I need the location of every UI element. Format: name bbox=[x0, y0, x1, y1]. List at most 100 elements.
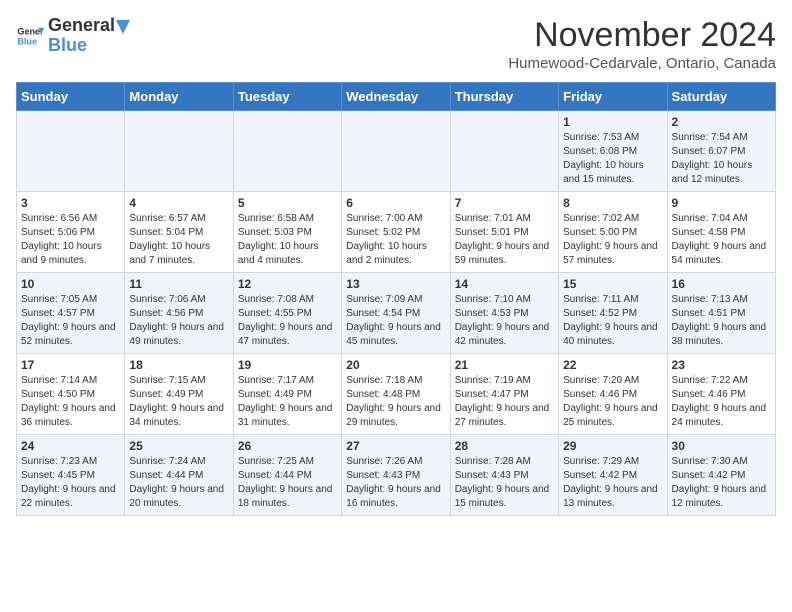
calendar-week-row: 17 Sunrise: 7:14 AM Sunset: 4:50 PM Dayli… bbox=[17, 354, 776, 435]
day-info: Sunrise: 7:15 AM Sunset: 4:49 PM Dayligh… bbox=[129, 374, 228, 430]
day-info: Sunrise: 7:26 AM Sunset: 4:43 PM Dayligh… bbox=[346, 455, 445, 511]
logo-general-text: General bbox=[48, 16, 115, 36]
calendar-cell: 14 Sunrise: 7:10 AM Sunset: 4:53 PM Dayli… bbox=[450, 273, 558, 354]
calendar-cell: 9 Sunrise: 7:04 AM Sunset: 4:58 PM Daylig… bbox=[667, 192, 775, 273]
calendar-cell: 21 Sunrise: 7:19 AM Sunset: 4:47 PM Dayli… bbox=[450, 354, 558, 435]
day-number: 9 bbox=[672, 196, 771, 210]
weekday-header-friday: Friday bbox=[559, 83, 667, 111]
day-info: Sunrise: 7:13 AM Sunset: 4:51 PM Dayligh… bbox=[672, 293, 771, 349]
day-number: 19 bbox=[238, 358, 337, 372]
day-info: Sunrise: 7:04 AM Sunset: 4:58 PM Dayligh… bbox=[672, 212, 771, 268]
day-info: Sunrise: 6:58 AM Sunset: 5:03 PM Dayligh… bbox=[238, 212, 337, 268]
calendar-cell: 24Sunrise: 7:23 AM Sunset: 4:45 PM Dayli… bbox=[17, 435, 125, 516]
calendar-table: SundayMondayTuesdayWednesdayThursdayFrid… bbox=[16, 82, 776, 516]
weekday-header-monday: Monday bbox=[125, 83, 233, 111]
logo: General Blue General Blue bbox=[16, 16, 115, 56]
day-info: Sunrise: 7:10 AM Sunset: 4:53 PM Dayligh… bbox=[455, 293, 554, 349]
calendar-cell: 8 Sunrise: 7:02 AM Sunset: 5:00 PM Daylig… bbox=[559, 192, 667, 273]
calendar-cell: 13 Sunrise: 7:09 AM Sunset: 4:54 PM Dayli… bbox=[342, 273, 450, 354]
weekday-header-row: SundayMondayTuesdayWednesdayThursdayFrid… bbox=[17, 83, 776, 111]
day-number: 7 bbox=[455, 196, 554, 210]
calendar-week-row: 10 Sunrise: 7:05 AM Sunset: 4:57 PM Dayli… bbox=[17, 273, 776, 354]
day-info: Sunrise: 7:54 AM Sunset: 6:07 PM Dayligh… bbox=[672, 131, 771, 187]
day-number: 11 bbox=[129, 277, 228, 291]
day-number: 4 bbox=[129, 196, 228, 210]
day-info: Sunrise: 7:22 AM Sunset: 4:46 PM Dayligh… bbox=[672, 374, 771, 430]
logo-blue-text: Blue bbox=[48, 35, 87, 55]
weekday-header-wednesday: Wednesday bbox=[342, 83, 450, 111]
month-title: November 2024 bbox=[508, 16, 776, 55]
title-area: November 2024 Humewood-Cedarvale, Ontari… bbox=[508, 16, 776, 72]
day-number: 15 bbox=[563, 277, 662, 291]
day-number: 16 bbox=[672, 277, 771, 291]
day-number: 13 bbox=[346, 277, 445, 291]
calendar-cell bbox=[233, 111, 341, 192]
calendar-cell bbox=[17, 111, 125, 192]
day-info: Sunrise: 7:11 AM Sunset: 4:52 PM Dayligh… bbox=[563, 293, 662, 349]
day-number: 22 bbox=[563, 358, 662, 372]
calendar-cell: 28Sunrise: 7:28 AM Sunset: 4:43 PM Dayli… bbox=[450, 435, 558, 516]
weekday-header-thursday: Thursday bbox=[450, 83, 558, 111]
calendar-cell: 20Sunrise: 7:18 AM Sunset: 4:48 PM Dayli… bbox=[342, 354, 450, 435]
calendar-cell bbox=[450, 111, 558, 192]
calendar-cell: 5 Sunrise: 6:58 AM Sunset: 5:03 PM Daylig… bbox=[233, 192, 341, 273]
day-info: Sunrise: 7:28 AM Sunset: 4:43 PM Dayligh… bbox=[455, 455, 554, 511]
day-info: Sunrise: 7:14 AM Sunset: 4:50 PM Dayligh… bbox=[21, 374, 120, 430]
day-number: 1 bbox=[563, 115, 662, 129]
calendar-cell: 11 Sunrise: 7:06 AM Sunset: 4:56 PM Dayli… bbox=[125, 273, 233, 354]
day-info: Sunrise: 7:24 AM Sunset: 4:44 PM Dayligh… bbox=[129, 455, 228, 511]
day-info: Sunrise: 7:09 AM Sunset: 4:54 PM Dayligh… bbox=[346, 293, 445, 349]
calendar-week-row: 1 Sunrise: 7:53 AM Sunset: 6:08 PM Daylig… bbox=[17, 111, 776, 192]
calendar-body: 1 Sunrise: 7:53 AM Sunset: 6:08 PM Daylig… bbox=[17, 111, 776, 516]
day-info: Sunrise: 7:08 AM Sunset: 4:55 PM Dayligh… bbox=[238, 293, 337, 349]
calendar-cell: 3Sunrise: 6:56 AM Sunset: 5:06 PM Daylig… bbox=[17, 192, 125, 273]
day-info: Sunrise: 7:53 AM Sunset: 6:08 PM Dayligh… bbox=[563, 131, 662, 187]
calendar-header: SundayMondayTuesdayWednesdayThursdayFrid… bbox=[17, 83, 776, 111]
day-info: Sunrise: 6:56 AM Sunset: 5:06 PM Dayligh… bbox=[21, 212, 120, 268]
calendar-cell: 15 Sunrise: 7:11 AM Sunset: 4:52 PM Dayli… bbox=[559, 273, 667, 354]
day-info: Sunrise: 7:02 AM Sunset: 5:00 PM Dayligh… bbox=[563, 212, 662, 268]
day-number: 26 bbox=[238, 439, 337, 453]
weekday-header-tuesday: Tuesday bbox=[233, 83, 341, 111]
calendar-cell: 10 Sunrise: 7:05 AM Sunset: 4:57 PM Dayli… bbox=[17, 273, 125, 354]
day-info: Sunrise: 7:23 AM Sunset: 4:45 PM Dayligh… bbox=[21, 455, 120, 511]
calendar-week-row: 3Sunrise: 6:56 AM Sunset: 5:06 PM Daylig… bbox=[17, 192, 776, 273]
calendar-cell: 27 Sunrise: 7:26 AM Sunset: 4:43 PM Dayli… bbox=[342, 435, 450, 516]
day-number: 27 bbox=[346, 439, 445, 453]
day-number: 10 bbox=[21, 277, 120, 291]
logo-icon: General Blue bbox=[16, 22, 44, 50]
calendar-cell: 12 Sunrise: 7:08 AM Sunset: 4:55 PM Dayli… bbox=[233, 273, 341, 354]
day-info: Sunrise: 7:06 AM Sunset: 4:56 PM Dayligh… bbox=[129, 293, 228, 349]
calendar-cell: 26 Sunrise: 7:25 AM Sunset: 4:44 PM Dayli… bbox=[233, 435, 341, 516]
logo-triangle-icon bbox=[116, 20, 130, 34]
calendar-cell bbox=[125, 111, 233, 192]
day-number: 18 bbox=[129, 358, 228, 372]
calendar-cell: 29Sunrise: 7:29 AM Sunset: 4:42 PM Dayli… bbox=[559, 435, 667, 516]
day-number: 17 bbox=[21, 358, 120, 372]
day-number: 8 bbox=[563, 196, 662, 210]
day-number: 12 bbox=[238, 277, 337, 291]
day-number: 14 bbox=[455, 277, 554, 291]
calendar-cell: 23Sunrise: 7:22 AM Sunset: 4:46 PM Dayli… bbox=[667, 354, 775, 435]
calendar-cell: 17 Sunrise: 7:14 AM Sunset: 4:50 PM Dayli… bbox=[17, 354, 125, 435]
calendar-week-row: 24Sunrise: 7:23 AM Sunset: 4:45 PM Dayli… bbox=[17, 435, 776, 516]
calendar-cell: 18 Sunrise: 7:15 AM Sunset: 4:49 PM Dayli… bbox=[125, 354, 233, 435]
page-header: General Blue General Blue November 2024 … bbox=[16, 16, 776, 72]
calendar-cell: 2Sunrise: 7:54 AM Sunset: 6:07 PM Daylig… bbox=[667, 111, 775, 192]
calendar-cell: 22Sunrise: 7:20 AM Sunset: 4:46 PM Dayli… bbox=[559, 354, 667, 435]
day-info: Sunrise: 7:18 AM Sunset: 4:48 PM Dayligh… bbox=[346, 374, 445, 430]
day-number: 21 bbox=[455, 358, 554, 372]
day-info: Sunrise: 6:57 AM Sunset: 5:04 PM Dayligh… bbox=[129, 212, 228, 268]
calendar-cell: 4 Sunrise: 6:57 AM Sunset: 5:04 PM Daylig… bbox=[125, 192, 233, 273]
day-info: Sunrise: 7:19 AM Sunset: 4:47 PM Dayligh… bbox=[455, 374, 554, 430]
day-info: Sunrise: 7:01 AM Sunset: 5:01 PM Dayligh… bbox=[455, 212, 554, 268]
calendar-cell: 16 Sunrise: 7:13 AM Sunset: 4:51 PM Dayli… bbox=[667, 273, 775, 354]
calendar-cell: 6Sunrise: 7:00 AM Sunset: 5:02 PM Daylig… bbox=[342, 192, 450, 273]
day-number: 5 bbox=[238, 196, 337, 210]
day-number: 25 bbox=[129, 439, 228, 453]
day-number: 6 bbox=[346, 196, 445, 210]
day-info: Sunrise: 7:05 AM Sunset: 4:57 PM Dayligh… bbox=[21, 293, 120, 349]
day-info: Sunrise: 7:30 AM Sunset: 4:42 PM Dayligh… bbox=[672, 455, 771, 511]
day-number: 29 bbox=[563, 439, 662, 453]
day-info: Sunrise: 7:25 AM Sunset: 4:44 PM Dayligh… bbox=[238, 455, 337, 511]
